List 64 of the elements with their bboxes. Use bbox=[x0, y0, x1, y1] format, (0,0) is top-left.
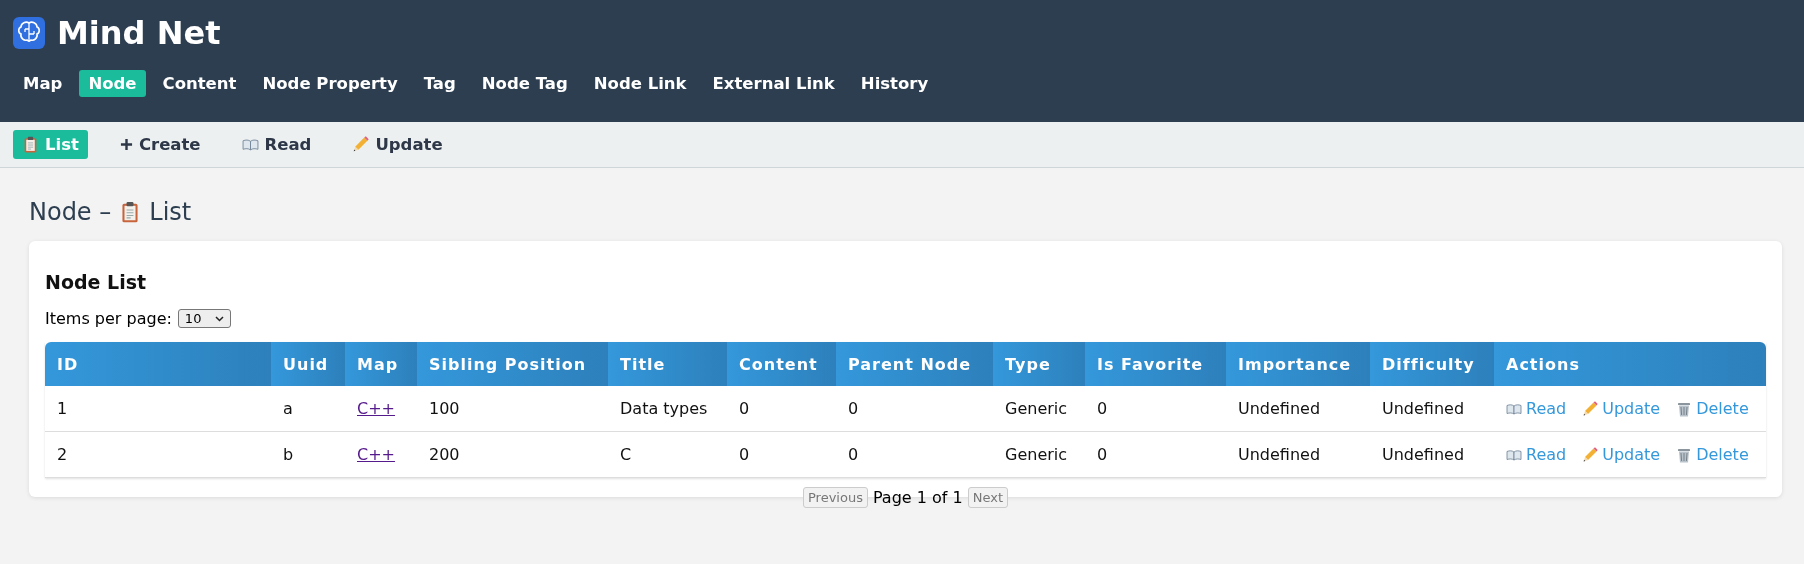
page-size-label: Items per page: bbox=[45, 309, 172, 328]
column-header: Parent Node bbox=[836, 342, 993, 386]
chevron-icon bbox=[215, 315, 225, 322]
next-button[interactable]: Next bbox=[967, 487, 1008, 508]
table-cell: 0 bbox=[1097, 399, 1108, 418]
nav-tab[interactable]: Tag bbox=[414, 70, 465, 97]
table-cell: Generic bbox=[1005, 399, 1068, 418]
table-cell: 0 bbox=[848, 399, 859, 418]
page-heading: List bbox=[149, 198, 192, 226]
table-cell: Undefined bbox=[1382, 445, 1465, 464]
brain-icon bbox=[13, 17, 45, 49]
table-cell: 100 bbox=[429, 399, 460, 418]
table-cell: Generic bbox=[1005, 445, 1068, 464]
wastebasket-icon bbox=[1676, 400, 1693, 417]
page-status: Page 1 of 1 bbox=[872, 488, 963, 507]
table-cell: 0 bbox=[739, 445, 750, 464]
page-heading: Node – bbox=[29, 198, 112, 226]
table-cell: Undefined bbox=[1382, 399, 1465, 418]
nav-tab[interactable]: Content bbox=[153, 70, 246, 97]
pencil-icon bbox=[352, 136, 370, 153]
nav-tab[interactable]: Node Property bbox=[253, 70, 407, 97]
table-cell: 2 bbox=[57, 445, 68, 464]
column-header: Type bbox=[993, 342, 1085, 386]
column-header: Importance bbox=[1226, 342, 1370, 386]
nav-tab[interactable]: External Link bbox=[703, 70, 844, 97]
table-cell: Undefined bbox=[1238, 445, 1321, 464]
pencil-icon bbox=[1582, 400, 1599, 417]
table-cell: C bbox=[620, 445, 632, 464]
table-cell: Undefined bbox=[1238, 399, 1321, 418]
subnav-tab[interactable]: Update bbox=[343, 130, 452, 159]
column-header: Content bbox=[727, 342, 836, 386]
book-icon bbox=[241, 136, 259, 153]
column-header: ID bbox=[45, 342, 271, 386]
table-cell: 0 bbox=[848, 445, 859, 464]
table-cell: b bbox=[283, 445, 294, 464]
column-header: Is Favorite bbox=[1085, 342, 1226, 386]
nav-tab[interactable]: History bbox=[851, 70, 938, 97]
column-header: Sibling Position bbox=[417, 342, 608, 386]
table-cell: 200 bbox=[429, 445, 460, 464]
card-title: Node List bbox=[45, 271, 148, 293]
clipboard-icon bbox=[22, 136, 39, 153]
plus-icon bbox=[119, 138, 133, 151]
page-size-dropdown[interactable]: 10 bbox=[177, 309, 232, 328]
subnav-tab[interactable]: Create bbox=[110, 130, 210, 159]
map-link[interactable]: C++ bbox=[357, 445, 395, 464]
app-title: Mind Net bbox=[57, 14, 221, 52]
table-cell: 0 bbox=[1097, 445, 1108, 464]
table-cell: Data types bbox=[620, 399, 708, 418]
column-header: Map bbox=[345, 342, 417, 386]
nav-tab[interactable]: Node Link bbox=[584, 70, 696, 97]
column-header: Uuid bbox=[271, 342, 345, 386]
map-link[interactable]: C++ bbox=[357, 399, 395, 418]
pencil-icon bbox=[1582, 446, 1599, 463]
column-header: Difficulty bbox=[1370, 342, 1494, 386]
wastebasket-icon bbox=[1676, 446, 1693, 463]
nav-tab[interactable]: Node Tag bbox=[472, 70, 577, 97]
table-cell: a bbox=[283, 399, 293, 418]
nav-tab[interactable]: Map bbox=[14, 70, 72, 97]
subnav-tab[interactable]: Read bbox=[232, 130, 321, 159]
column-header: Title bbox=[608, 342, 727, 386]
table-cell: 0 bbox=[739, 399, 750, 418]
previous-button[interactable]: Previous bbox=[803, 487, 868, 508]
column-header: Actions bbox=[1494, 342, 1766, 386]
table-cell: 1 bbox=[57, 399, 68, 418]
